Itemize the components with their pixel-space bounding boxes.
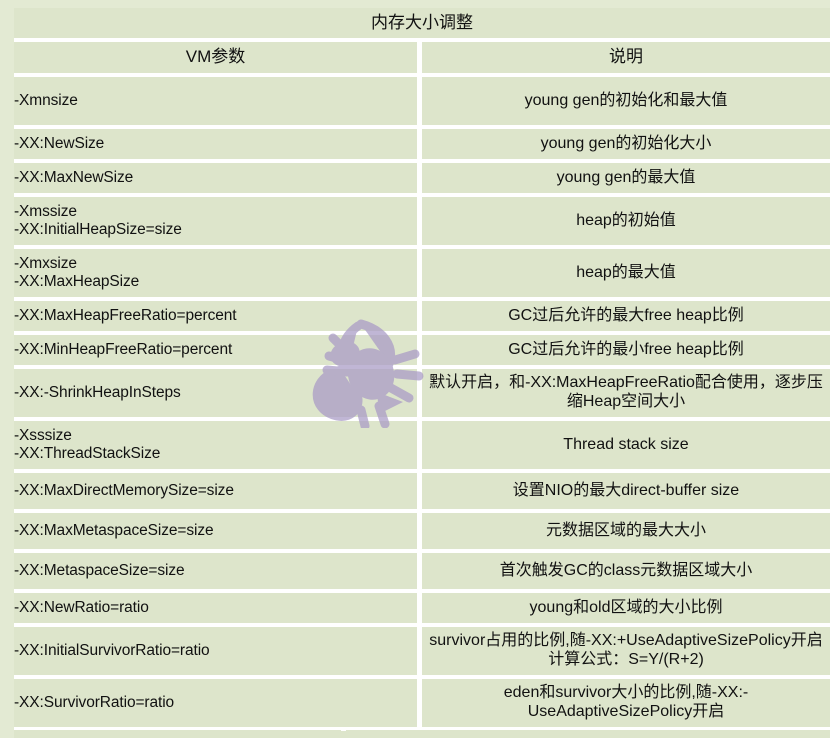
- cell-desc: 设置NIO的最大direct-buffer size: [422, 473, 830, 513]
- cell-desc: young gen的最大值: [422, 163, 830, 197]
- cell-param: -Xmssize -XX:InitialHeapSize=size: [14, 197, 422, 249]
- table-row: -Xmnsize young gen的初始化和最大值: [14, 77, 830, 129]
- param-line: -XX:MaxMetaspaceSize=size: [14, 521, 214, 539]
- desc-line: GC过后允许的最大free heap比例: [508, 306, 744, 324]
- desc-line: young gen的初始化大小: [540, 134, 712, 152]
- table-row: -XX:NewRatio=ratio young和old区域的大小比例: [14, 593, 830, 627]
- table-row: -XX:MetaspaceSize=size 首次触发GC的class元数据区域大…: [14, 553, 830, 593]
- cell-desc: 元数据区域的最大大小: [422, 513, 830, 553]
- table-row: -Xmssize -XX:InitialHeapSize=size heap的初始值: [14, 197, 830, 249]
- cell-param: -Xmnsize: [14, 77, 422, 129]
- cell-param: -XX:MaxMetaspaceSize=size: [14, 513, 422, 553]
- slide-canvas: 内存大小调整 VM参数 说明 -Xmnsize young gen的初始化和最大值…: [0, 0, 830, 738]
- desc-line: young gen的最大值: [556, 168, 696, 186]
- cell-desc: survivor占用的比例,随-XX:+UseAdaptiveSizePolic…: [422, 627, 830, 679]
- table-row: -XX:MaxMetaspaceSize=size 元数据区域的最大大小: [14, 513, 830, 553]
- clipped-bottom-row: [14, 730, 830, 738]
- desc-line: 默认开启，和-XX:MaxHeapFreeRatio配合使用，逐步压缩Heap空…: [429, 374, 823, 410]
- param-line: -XX:ThreadStackSize: [14, 445, 161, 462]
- vm-parameters-table: 内存大小调整 VM参数 说明 -Xmnsize young gen的初始化和最大值…: [14, 8, 830, 738]
- param-line: -Xmssize: [14, 202, 77, 220]
- desc-line: Thread stack size: [563, 435, 689, 453]
- param-line: -XX:SurvivorRatio=ratio: [14, 693, 175, 711]
- desc-line: 元数据区域的最大大小: [545, 521, 706, 539]
- table-body: 内存大小调整 VM参数 说明 -Xmnsize young gen的初始化和最大值…: [14, 8, 830, 738]
- cell-desc: GC过后允许的最大free heap比例: [422, 301, 830, 335]
- param-line: -XX:InitialSurvivorRatio=ratio: [14, 641, 210, 659]
- table-row: -XX:-ShrinkHeapInSteps 默认开启，和-XX:MaxHeapF…: [14, 369, 830, 421]
- cell-param: -Xmxsize -XX:MaxHeapSize: [14, 249, 422, 301]
- desc-line: young和old区域的大小比例: [529, 598, 723, 616]
- param-line: -Xmxsize: [14, 254, 77, 272]
- cell-param: -XX:-ShrinkHeapInSteps: [14, 369, 422, 421]
- desc-line: heap的最大值: [576, 263, 676, 281]
- table-row: -XX:NewSize young gen的初始化大小: [14, 129, 830, 163]
- cell-param: -XX:MaxHeapFreeRatio=percent: [14, 301, 422, 335]
- param-line: -XX:NewSize: [14, 134, 105, 152]
- table-row: -Xsssize -XX:ThreadStackSize Thread stack …: [14, 421, 830, 473]
- table-row: -XX:MaxDirectMemorySize=size 设置NIO的最大dire…: [14, 473, 830, 513]
- cell-param: -XX:NewRatio=ratio: [14, 593, 422, 627]
- cell-desc: eden和survivor大小的比例,随-XX:-UseAdaptiveSize…: [422, 679, 830, 731]
- desc-line: heap的初始值: [576, 211, 676, 229]
- param-line: -XX:MaxDirectMemorySize=size: [14, 481, 234, 499]
- param-line: -XX:MaxHeapFreeRatio=percent: [14, 306, 237, 324]
- desc-line: eden和survivor大小的比例,随-XX:-UseAdaptiveSize…: [503, 684, 749, 720]
- vm-parameters-table-wrapper: 内存大小调整 VM参数 说明 -Xmnsize young gen的初始化和最大值…: [14, 8, 830, 738]
- column-header-param: VM参数: [14, 42, 422, 77]
- cell-param: -XX:MinHeapFreeRatio=percent: [14, 335, 422, 369]
- cell-param: -XX:NewSize: [14, 129, 422, 163]
- table-row: -XX:InitialSurvivorRatio=ratio survivor占用…: [14, 627, 830, 679]
- cell-desc: 默认开启，和-XX:MaxHeapFreeRatio配合使用，逐步压缩Heap空…: [422, 369, 830, 421]
- cell-param: -Xsssize -XX:ThreadStackSize: [14, 421, 422, 473]
- table-row: -XX:MaxNewSize young gen的最大值: [14, 163, 830, 197]
- clipped-cell-desc: [346, 730, 830, 738]
- cell-desc: heap的初始值: [422, 197, 830, 249]
- param-line: -XX:-ShrinkHeapInSteps: [14, 383, 181, 401]
- desc-line: 设置NIO的最大direct-buffer size: [512, 481, 740, 499]
- table-row: -XX:MaxHeapFreeRatio=percent GC过后允许的最大fre…: [14, 301, 830, 335]
- cell-param: -XX:MaxDirectMemorySize=size: [14, 473, 422, 513]
- param-line: -XX:MetaspaceSize=size: [14, 561, 185, 579]
- desc-line: survivor占用的比例,随-XX:+UseAdaptiveSizePolic…: [429, 632, 823, 668]
- table-title: 内存大小调整: [14, 8, 830, 42]
- desc-line: 首次触发GC的class元数据区域大小: [499, 561, 753, 579]
- cell-desc: young gen的初始化和最大值: [422, 77, 830, 129]
- param-line: -XX:NewRatio=ratio: [14, 598, 149, 616]
- table-header-row: VM参数 说明: [14, 42, 830, 77]
- column-header-desc: 说明: [422, 42, 830, 77]
- param-line: -XX:MaxHeapSize: [14, 273, 140, 290]
- param-line: -Xsssize: [14, 426, 72, 444]
- cell-desc: 首次触发GC的class元数据区域大小: [422, 553, 830, 593]
- param-line: -XX:MinHeapFreeRatio=percent: [14, 340, 233, 358]
- cell-param: -XX:SurvivorRatio=ratio: [14, 679, 422, 731]
- desc-line: young gen的初始化和最大值: [524, 91, 728, 109]
- cell-desc: young和old区域的大小比例: [422, 593, 830, 627]
- clipped-cell-param: [14, 730, 341, 738]
- table-row: -XX:SurvivorRatio=ratio eden和survivor大小的比…: [14, 679, 830, 731]
- cell-desc: heap的最大值: [422, 249, 830, 301]
- table-row: -XX:MinHeapFreeRatio=percent GC过后允许的最小fre…: [14, 335, 830, 369]
- table-row: -Xmxsize -XX:MaxHeapSize heap的最大值: [14, 249, 830, 301]
- desc-line: GC过后允许的最小free heap比例: [508, 340, 744, 358]
- cell-param: -XX:MetaspaceSize=size: [14, 553, 422, 593]
- cell-desc: GC过后允许的最小free heap比例: [422, 335, 830, 369]
- param-line: -XX:MaxNewSize: [14, 168, 134, 186]
- cell-param: -XX:InitialSurvivorRatio=ratio: [14, 627, 422, 679]
- cell-param: -XX:MaxNewSize: [14, 163, 422, 197]
- cell-desc: young gen的初始化大小: [422, 129, 830, 163]
- cell-desc: Thread stack size: [422, 421, 830, 473]
- table-title-row: 内存大小调整: [14, 8, 830, 42]
- param-line: -Xmnsize: [14, 91, 78, 109]
- param-line: -XX:InitialHeapSize=size: [14, 221, 182, 238]
